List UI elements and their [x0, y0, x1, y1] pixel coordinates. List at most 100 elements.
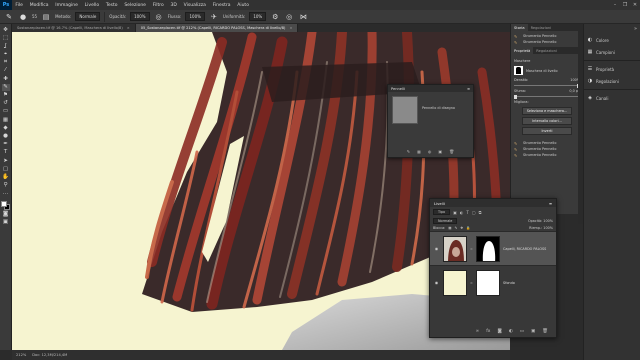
dock-item-channels[interactable]: ◈ Canali — [584, 92, 640, 104]
collapse-icon[interactable]: » — [634, 26, 637, 32]
panel-menu-icon[interactable]: ≡ — [467, 87, 470, 91]
layer-thumbnail[interactable] — [443, 235, 467, 262]
lock-pixels-icon[interactable]: ▦ — [448, 226, 451, 230]
crop-tool-icon[interactable]: ⌗ — [2, 60, 10, 67]
maximize-button[interactable]: ❐ — [620, 0, 630, 10]
gradient-tool-icon[interactable]: ▦ — [2, 117, 10, 124]
link-icon[interactable]: ∞ — [470, 281, 473, 285]
add-mask-icon[interactable]: ◙ — [497, 329, 501, 334]
new-layer-icon[interactable]: ▣ — [531, 329, 535, 334]
symmetry-icon[interactable]: ⋈ — [298, 12, 308, 22]
menu-type[interactable]: Testo — [103, 3, 121, 8]
lock-all-icon[interactable]: 🔒 — [466, 226, 470, 230]
layer-mask-thumbnail[interactable] — [476, 235, 500, 262]
folder-icon[interactable]: ▭ — [520, 329, 524, 334]
filter-type-icon[interactable]: T — [466, 210, 468, 215]
marquee-tool-icon[interactable]: ⬚ — [2, 35, 10, 42]
menu-window[interactable]: Finestra — [209, 3, 234, 8]
dock-item-swatches[interactable]: ▦ Campioni — [584, 46, 640, 58]
lock-paint-icon[interactable]: ✎ — [455, 226, 458, 230]
menu-filter[interactable]: Filtro — [149, 3, 167, 8]
eyedropper-tool-icon[interactable]: ⁄ — [2, 68, 10, 75]
more-tools-icon[interactable]: … — [2, 191, 10, 198]
quick-select-tool-icon[interactable]: ⌖ — [2, 52, 10, 59]
zoom-readout[interactable]: 212% — [16, 353, 26, 357]
gear-icon[interactable]: ⚙ — [270, 12, 280, 22]
blur-tool-icon[interactable]: ◆ — [2, 125, 10, 132]
tab-adjustments-2[interactable]: Regolazioni — [533, 47, 560, 54]
feather-slider[interactable] — [514, 94, 580, 99]
layer-name[interactable]: Sfondo — [503, 281, 515, 285]
history-item[interactable]: ✎ Strumento Pennello — [514, 152, 580, 158]
filter-pixel-icon[interactable]: ▣ — [453, 210, 457, 215]
close-tab-icon[interactable]: × — [289, 26, 292, 30]
minimize-button[interactable]: – — [610, 0, 620, 10]
tab-history[interactable]: Storia — [511, 24, 528, 31]
lasso-tool-icon[interactable]: ʆ — [2, 43, 10, 50]
dodge-tool-icon[interactable]: ● — [2, 133, 10, 140]
layer-row[interactable]: ◉ ∞ Sfondo — [430, 265, 556, 299]
brush-tip-icon[interactable]: ✎ — [407, 149, 410, 154]
eraser-tool-icon[interactable]: ▭ — [2, 109, 10, 116]
brush-tool-icon[interactable]: ✎ — [1, 84, 10, 91]
invert-button[interactable]: Inverti — [522, 127, 572, 135]
quick-mask-icon[interactable]: ◙ — [2, 211, 10, 219]
menu-edit[interactable]: Modifica — [26, 3, 52, 8]
menu-view[interactable]: Visualizza — [180, 3, 209, 8]
tab-properties[interactable]: Proprietà — [511, 47, 534, 54]
fill-value[interactable]: 100% — [543, 226, 553, 230]
density-slider[interactable] — [514, 83, 580, 88]
foreground-color-swatch[interactable] — [1, 200, 7, 207]
link-layers-icon[interactable]: ∞ — [475, 329, 479, 334]
filter-shape-icon[interactable]: ▢ — [472, 210, 476, 215]
pressure-size-icon[interactable]: ◎ — [284, 12, 294, 22]
brush-tip-icon[interactable]: ◍ — [428, 149, 432, 154]
menu-image[interactable]: Immagine — [52, 3, 81, 8]
panel-menu-icon[interactable]: ≡ — [549, 201, 552, 206]
layers-panel-header[interactable]: Livelli ≡ — [430, 199, 556, 207]
fx-icon[interactable]: fx — [486, 329, 490, 334]
grid-icon[interactable]: ▦ — [417, 149, 421, 154]
document-tab-active[interactable]: 05_Sostanzeplacen.tif @ 212% (Capelli, R… — [135, 24, 299, 32]
color-swatches[interactable] — [1, 200, 10, 210]
visibility-eye-icon[interactable]: ◉ — [433, 246, 440, 251]
select-and-mask-button[interactable]: Seleziona e maschera... — [522, 107, 572, 115]
mask-row[interactable]: Maschera di livello — [514, 66, 580, 75]
dock-item-properties[interactable]: ☰ Proprietà — [584, 63, 640, 75]
layer-mask-thumbnail[interactable] — [476, 269, 500, 296]
brush-tool-icon[interactable]: ✎ — [4, 12, 14, 22]
history-item[interactable]: ✎ Strumento Pennello — [514, 39, 580, 45]
filter-adjust-icon[interactable]: ◐ — [460, 210, 464, 215]
mask-thumbnail[interactable] — [514, 66, 523, 75]
trash-icon[interactable]: 🗑 — [449, 149, 454, 154]
type-tool-icon[interactable]: T — [2, 150, 10, 157]
adjustment-layer-icon[interactable]: ◐ — [509, 329, 513, 334]
trash-icon[interactable]: 🗑 — [542, 329, 548, 334]
hand-tool-icon[interactable]: ✋ — [2, 174, 10, 181]
pressure-opacity-icon[interactable]: ◎ — [154, 12, 164, 22]
brush-size[interactable]: 55 — [32, 14, 37, 19]
screen-mode-icon[interactable]: ▣ — [2, 220, 10, 227]
new-brush-icon[interactable]: ▣ — [438, 149, 442, 154]
menu-file[interactable]: File — [12, 3, 26, 8]
blend-mode-select[interactable]: Normale — [433, 218, 458, 224]
move-tool-icon[interactable]: ✥ — [2, 27, 10, 34]
menu-layer[interactable]: Livello — [81, 3, 102, 8]
healing-tool-icon[interactable]: ✚ — [2, 76, 10, 83]
brush-preview[interactable] — [392, 96, 418, 124]
visibility-eye-icon[interactable]: ◉ — [433, 280, 440, 285]
history-brush-tool-icon[interactable]: ↺ — [2, 101, 10, 108]
close-button[interactable]: ✕ — [630, 0, 640, 10]
layer-row[interactable]: ◉ ∞ Capelli, RICARDO PALOSS — [430, 231, 556, 265]
pen-tool-icon[interactable]: ✒ — [2, 142, 10, 149]
zoom-tool-icon[interactable]: ⚲ — [2, 183, 10, 190]
menu-select[interactable]: Selezione — [121, 3, 149, 8]
layer-opacity-value[interactable]: 100% — [543, 219, 553, 223]
menu-3d[interactable]: 3D — [167, 3, 180, 8]
dock-item-adjustments[interactable]: ◑ Regolazioni — [584, 75, 640, 87]
opacity-field[interactable]: 100% — [130, 12, 150, 21]
layer-thumbnail[interactable] — [443, 269, 467, 296]
filter-smart-icon[interactable]: ⧉ — [479, 210, 482, 215]
brush-panel-header[interactable]: Pennelli ≡ — [388, 85, 473, 92]
close-tab-icon[interactable]: × — [127, 26, 130, 30]
